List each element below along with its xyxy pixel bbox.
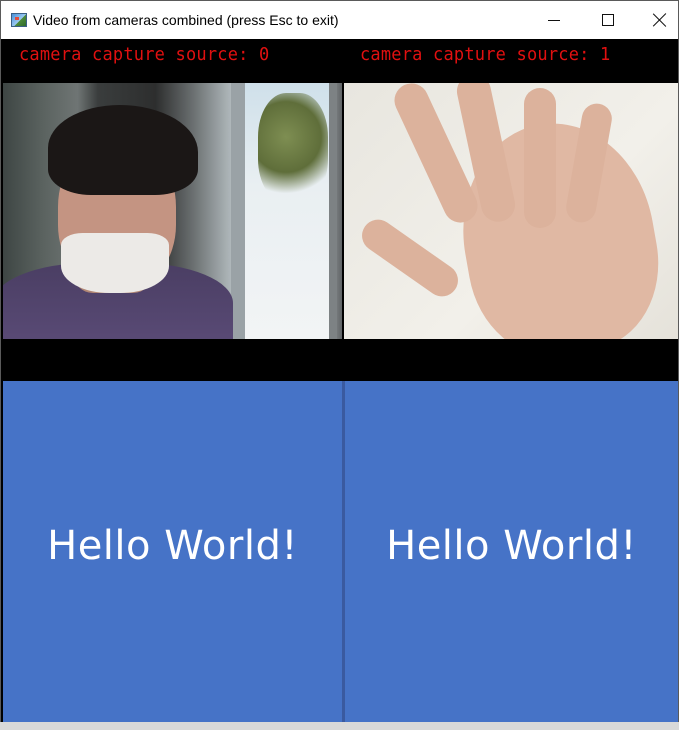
close-button[interactable] xyxy=(633,1,679,39)
face-mask xyxy=(61,233,169,293)
person-hair xyxy=(48,105,198,195)
window-bottom-edge xyxy=(0,722,679,730)
app-window: Video from cameras combined (press Esc t… xyxy=(0,0,679,724)
tree-foliage xyxy=(258,93,328,203)
window-frame xyxy=(231,83,245,339)
camera-1-caption: camera capture source: 1 xyxy=(360,44,611,66)
hello-panel-1: Hello World! xyxy=(345,381,678,722)
maximize-button[interactable] xyxy=(581,1,635,39)
minimize-icon xyxy=(548,19,560,21)
window-frame-edge xyxy=(329,83,337,339)
hand-finger xyxy=(524,88,556,228)
minimize-button[interactable] xyxy=(527,1,581,39)
camera-0-caption: camera capture source: 0 xyxy=(19,44,270,66)
hello-text-0: Hello World! xyxy=(47,523,298,569)
maximize-icon xyxy=(602,14,614,26)
close-icon xyxy=(653,13,667,27)
hello-panel-0: Hello World! xyxy=(3,381,342,722)
hello-text-1: Hello World! xyxy=(386,523,637,569)
video-app-icon xyxy=(11,13,27,27)
hand-thumb xyxy=(355,213,465,303)
window-title: Video from cameras combined (press Esc t… xyxy=(33,12,339,28)
camera-0-feed xyxy=(3,83,342,339)
title-bar[interactable]: Video from cameras combined (press Esc t… xyxy=(1,1,678,39)
camera-1-feed xyxy=(344,83,678,339)
combined-video-canvas: camera capture source: 0 camera capture … xyxy=(1,39,678,723)
